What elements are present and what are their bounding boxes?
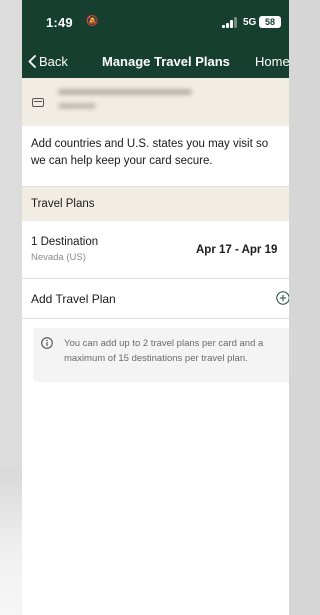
plus-circle-icon xyxy=(276,291,289,305)
back-button[interactable]: Back xyxy=(28,54,68,69)
status-time: 1:49 xyxy=(46,15,73,30)
redacted-card-number xyxy=(58,103,96,109)
network-type: 5G xyxy=(243,17,257,28)
section-title: Travel Plans xyxy=(31,198,95,210)
travel-plan-title: 1 Destination xyxy=(31,236,99,248)
add-travel-plan-label: Add Travel Plan xyxy=(31,292,116,306)
chevron-left-icon xyxy=(28,55,36,68)
home-button[interactable]: Home xyxy=(255,54,289,69)
info-icon xyxy=(41,337,53,349)
phone-screen: 1:49 🔕 5G 58 Back Manage Travel Plans Ho… xyxy=(22,0,289,615)
battery-icon: 58 xyxy=(259,16,281,28)
status-bar: 1:49 🔕 5G 58 xyxy=(22,0,289,45)
page-title: Manage Travel Plans xyxy=(102,54,230,69)
back-label: Back xyxy=(39,54,68,69)
background-panel xyxy=(0,0,22,485)
description-text: Add countries and U.S. states you may vi… xyxy=(31,138,269,167)
add-travel-plan-button[interactable]: Add Travel Plan xyxy=(22,279,289,319)
background-panel-bottom xyxy=(0,470,22,615)
info-box: You can add up to 2 travel plans per car… xyxy=(33,328,289,382)
travel-plan-row[interactable]: 1 Destination Nevada (US) Apr 17 - Apr 1… xyxy=(22,221,289,279)
credit-card-icon xyxy=(32,98,44,107)
section-header: Travel Plans xyxy=(22,186,289,221)
silent-bell-icon: 🔕 xyxy=(86,16,99,27)
navigation-bar: Back Manage Travel Plans Home xyxy=(22,45,289,78)
travel-plan-location: Nevada (US) xyxy=(31,252,86,263)
redacted-card-name xyxy=(58,89,192,95)
signal-icon xyxy=(222,17,240,28)
info-text: You can add up to 2 travel plans per car… xyxy=(64,338,264,364)
travel-plan-dates: Apr 17 - Apr 19 xyxy=(196,244,278,256)
card-info-row xyxy=(22,78,289,126)
